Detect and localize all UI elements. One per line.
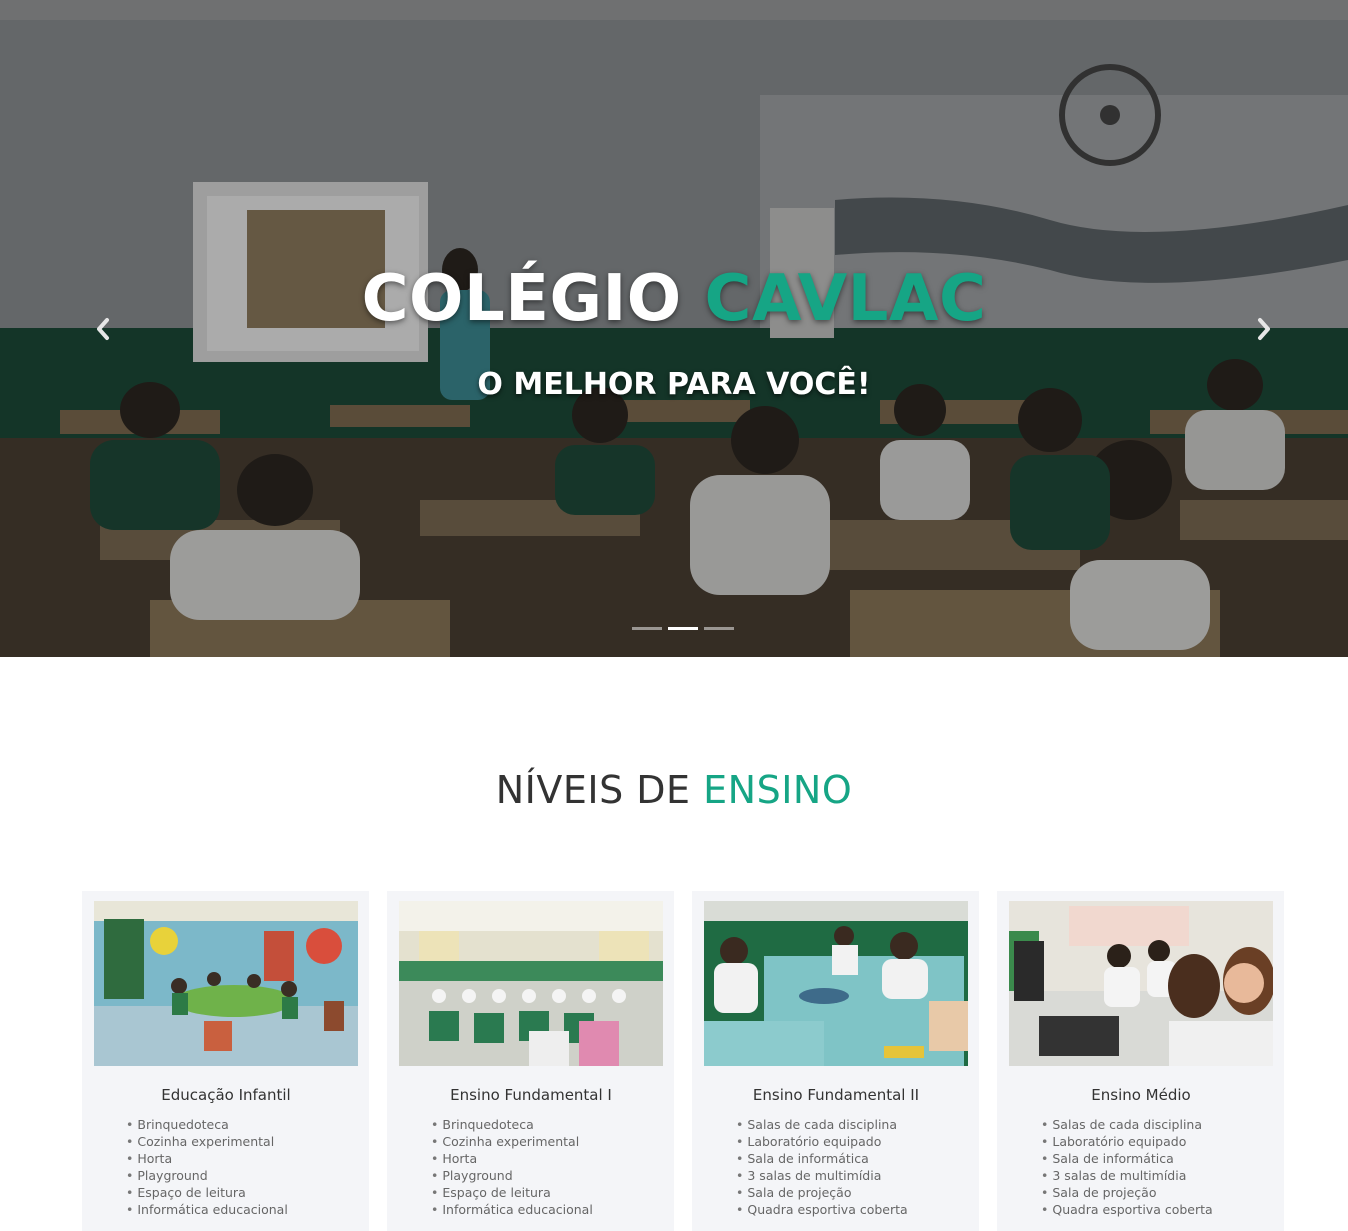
list-item: Espaço de leitura: [431, 1184, 663, 1201]
carousel-next-button[interactable]: [1249, 314, 1279, 344]
computer-lab-photo: [1009, 901, 1273, 1066]
carousel-prev-button[interactable]: [88, 314, 118, 344]
list-item: 3 salas de multimídia: [1041, 1167, 1273, 1184]
auditorium-students-photo: [399, 901, 663, 1066]
hero-subtitle: O MELHOR PARA VOCÊ!: [477, 367, 871, 402]
students-desks-photo: [704, 901, 968, 1066]
carousel-indicator-3[interactable]: [704, 627, 734, 630]
level-card-fundamental-2[interactable]: Ensino Fundamental II Salas de cada disc…: [692, 891, 979, 1231]
carousel-indicators: [632, 627, 734, 630]
list-item: Quadra esportiva coberta: [736, 1201, 968, 1218]
classroom-colorful-photo: [94, 901, 358, 1066]
carousel-indicator-2[interactable]: [668, 627, 698, 630]
levels-cards: Educação Infantil Brinquedoteca Cozinha …: [82, 891, 1284, 1231]
list-item: Brinquedoteca: [431, 1116, 663, 1133]
list-item: Cozinha experimental: [126, 1133, 358, 1150]
chevron-right-icon: [1258, 318, 1270, 340]
list-item: Salas de cada disciplina: [736, 1116, 968, 1133]
hero-carousel: COLÉGIO CAVLAC O MELHOR PARA VOCÊ!: [0, 0, 1348, 657]
chevron-left-icon: [97, 318, 109, 340]
level-card-fundamental-1[interactable]: Ensino Fundamental I Brinquedoteca Cozin…: [387, 891, 674, 1231]
level-features-list: Brinquedoteca Cozinha experimental Horta…: [94, 1116, 358, 1218]
list-item: Horta: [126, 1150, 358, 1167]
list-item: Brinquedoteca: [126, 1116, 358, 1133]
hero-title-accent: CAVLAC: [704, 262, 987, 336]
list-item: Sala de informática: [736, 1150, 968, 1167]
list-item: Playground: [126, 1167, 358, 1184]
list-item: Sala de projeção: [736, 1184, 968, 1201]
hero-title: COLÉGIO CAVLAC: [0, 262, 1348, 336]
level-title: Ensino Médio: [1091, 1086, 1191, 1104]
list-item: Espaço de leitura: [126, 1184, 358, 1201]
list-item: Sala de informática: [1041, 1150, 1273, 1167]
list-item: Laboratório equipado: [736, 1133, 968, 1150]
level-features-list: Salas de cada disciplina Laboratório equ…: [704, 1116, 968, 1218]
level-title: Educação Infantil: [161, 1086, 291, 1104]
list-item: Informática educacional: [126, 1201, 358, 1218]
list-item: Sala de projeção: [1041, 1184, 1273, 1201]
hero-title-main: COLÉGIO: [361, 262, 682, 336]
list-item: Laboratório equipado: [1041, 1133, 1273, 1150]
list-item: Salas de cada disciplina: [1041, 1116, 1273, 1133]
section-title-main: NÍVEIS DE: [495, 768, 691, 812]
list-item: 3 salas de multimídia: [736, 1167, 968, 1184]
level-title: Ensino Fundamental II: [752, 1086, 920, 1104]
list-item: Cozinha experimental: [431, 1133, 663, 1150]
level-features-list: Salas de cada disciplina Laboratório equ…: [1009, 1116, 1273, 1218]
carousel-indicator-1[interactable]: [632, 627, 662, 630]
list-item: Horta: [431, 1150, 663, 1167]
list-item: Quadra esportiva coberta: [1041, 1201, 1273, 1218]
list-item: Informática educacional: [431, 1201, 663, 1218]
level-card-educacao-infantil[interactable]: Educação Infantil Brinquedoteca Cozinha …: [82, 891, 369, 1231]
level-title: Ensino Fundamental I: [450, 1086, 612, 1104]
level-card-ensino-medio[interactable]: Ensino Médio Salas de cada disciplina La…: [997, 891, 1284, 1231]
list-item: Playground: [431, 1167, 663, 1184]
section-title: NÍVEIS DE ENSINO: [0, 768, 1348, 812]
level-features-list: Brinquedoteca Cozinha experimental Horta…: [399, 1116, 663, 1218]
section-title-accent: ENSINO: [703, 768, 853, 812]
